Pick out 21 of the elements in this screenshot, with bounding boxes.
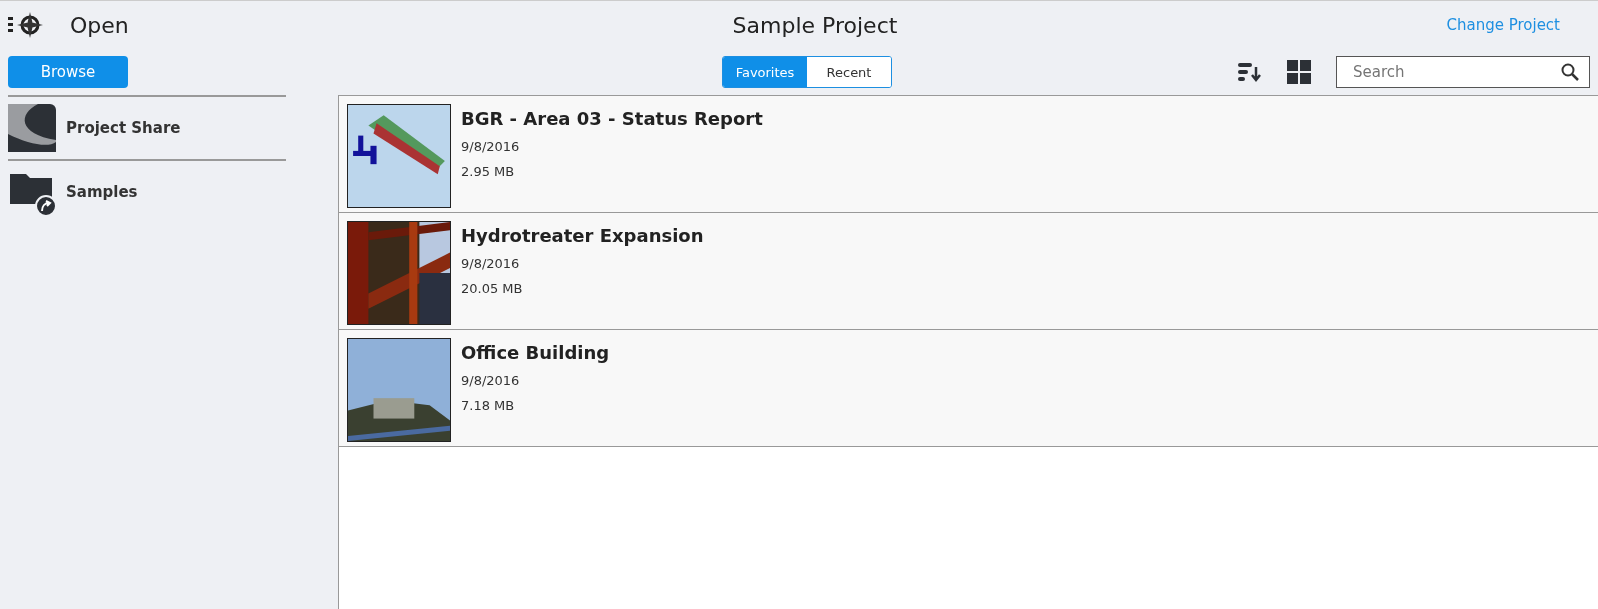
search-icon[interactable] bbox=[1560, 62, 1580, 82]
grid-icon[interactable] bbox=[1286, 59, 1312, 85]
file-name: Office Building bbox=[461, 342, 610, 363]
share-icon bbox=[8, 104, 56, 152]
file-name: Hydrotreater Expansion bbox=[461, 225, 704, 246]
file-date: 9/8/2016 bbox=[461, 256, 521, 271]
file-size: 2.95 MB bbox=[461, 164, 516, 179]
sidebar-item[interactable]: Samples bbox=[66, 183, 138, 201]
page-title: Open bbox=[70, 12, 130, 38]
file-name: BGR - Area 03 - Status Report bbox=[461, 108, 763, 129]
file-size: 7.18 MB bbox=[461, 398, 516, 413]
file-row[interactable]: Office Building 9/8/2016 7.18 MB bbox=[339, 330, 1598, 447]
file-date: 9/8/2016 bbox=[461, 373, 521, 388]
project-title: Sample Project bbox=[731, 12, 899, 38]
file-row[interactable]: BGR - Area 03 - Status Report 9/8/2016 2.95 MB bbox=[339, 96, 1598, 213]
file-date: 9/8/2016 bbox=[461, 139, 521, 154]
sidebar-item[interactable]: Project Share bbox=[66, 119, 181, 137]
file-row[interactable]: Hydrotreater Expansion 9/8/2016 20.05 MB bbox=[339, 213, 1598, 330]
compass-icon[interactable] bbox=[8, 11, 44, 39]
search-field[interactable]: Search bbox=[1336, 56, 1590, 88]
file-size: 20.05 MB bbox=[461, 281, 524, 296]
